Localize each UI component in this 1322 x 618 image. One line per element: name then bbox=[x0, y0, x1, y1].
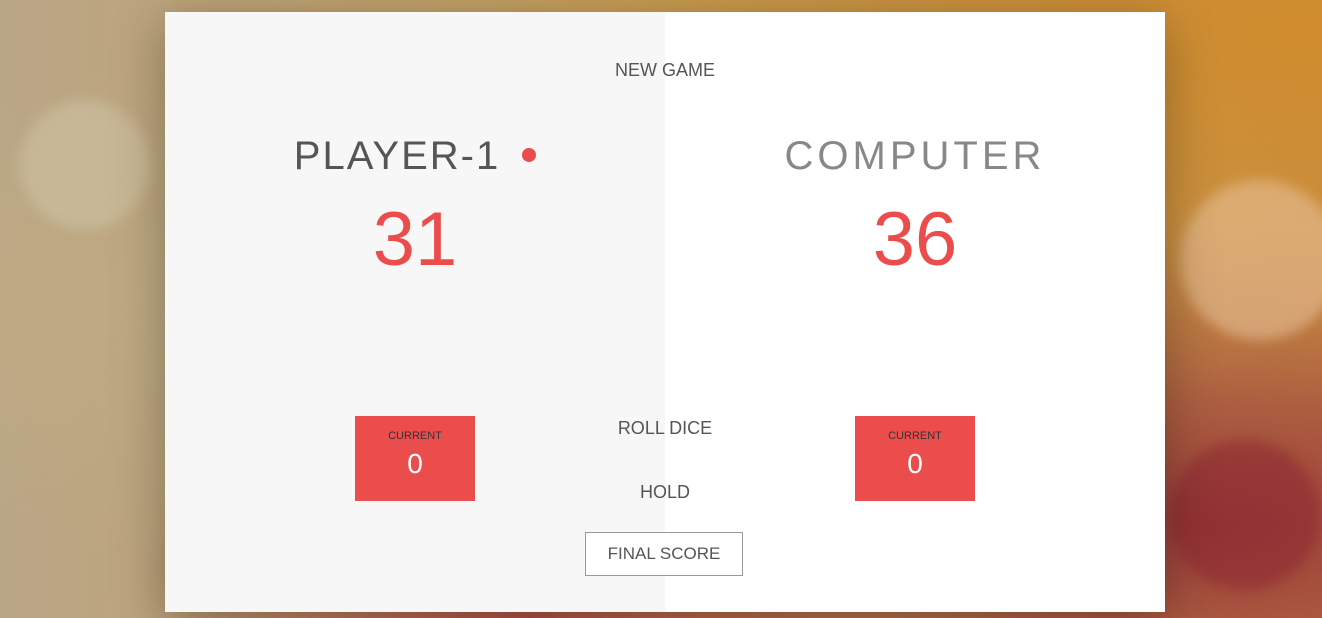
computer-current-label: CURRENT bbox=[888, 430, 942, 442]
player-1-current-box: CURRENT 0 bbox=[355, 416, 475, 501]
game-wrapper: PLAYER-1 31 CURRENT 0 COMPUTER 36 CURREN… bbox=[165, 12, 1165, 612]
computer-name-label: COMPUTER bbox=[784, 134, 1046, 178]
active-player-indicator-icon bbox=[522, 148, 537, 163]
final-score-input[interactable] bbox=[585, 532, 743, 576]
background-bokeh bbox=[20, 100, 150, 230]
player-1-current-label: CURRENT bbox=[388, 430, 442, 442]
player-1-name-label: PLAYER-1 bbox=[293, 134, 501, 178]
new-game-button[interactable]: NEW GAME bbox=[572, 60, 758, 81]
computer-current-box: CURRENT 0 bbox=[855, 416, 975, 501]
background-bokeh bbox=[1170, 440, 1320, 590]
background-bokeh bbox=[1180, 180, 1322, 340]
player-1-name: PLAYER-1 bbox=[165, 134, 665, 179]
computer-current-score: 0 bbox=[907, 448, 923, 479]
player-1-panel: PLAYER-1 31 CURRENT 0 bbox=[165, 12, 665, 612]
roll-dice-button[interactable]: ROLL DICE bbox=[572, 418, 758, 439]
computer-name: COMPUTER bbox=[665, 134, 1165, 179]
hold-button[interactable]: HOLD bbox=[572, 482, 758, 503]
computer-panel: COMPUTER 36 CURRENT 0 bbox=[665, 12, 1165, 612]
player-1-current-score: 0 bbox=[407, 448, 423, 479]
player-1-score: 31 bbox=[372, 197, 458, 282]
computer-score: 36 bbox=[872, 197, 958, 282]
